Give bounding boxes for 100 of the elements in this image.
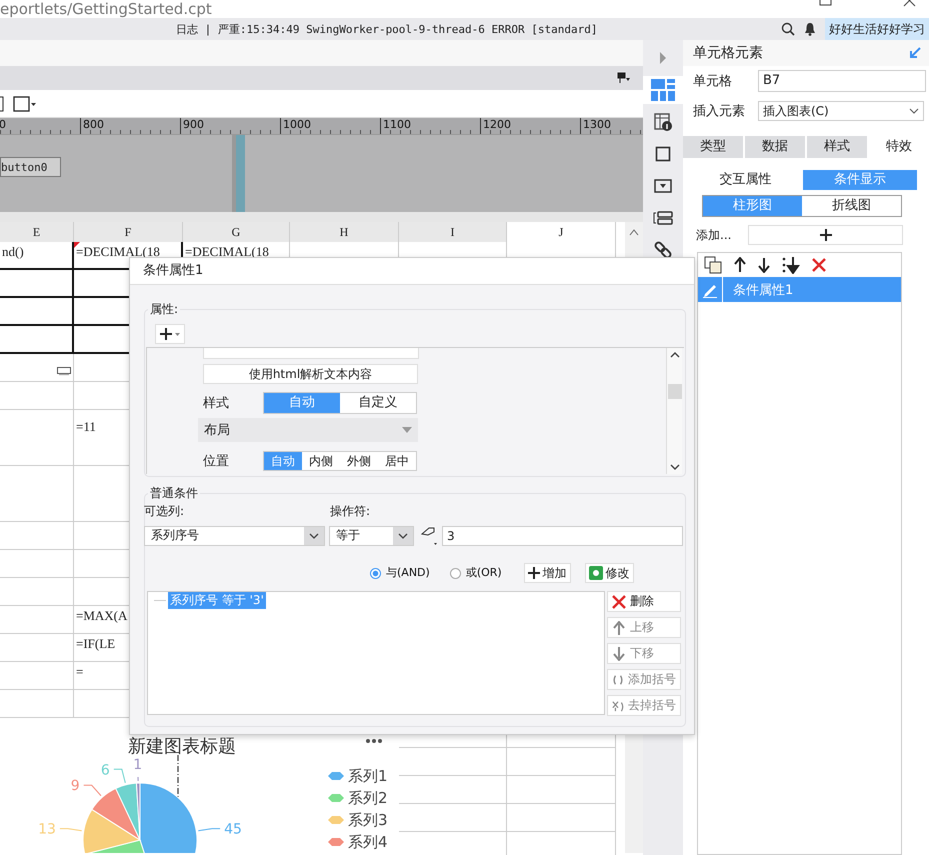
restore-icon[interactable] (819, 0, 833, 8)
segment-option[interactable]: 外侧 (340, 452, 378, 470)
html-parse-button[interactable]: 使用html解析文本内容 (203, 364, 418, 384)
widget-button[interactable]: button0 (0, 157, 61, 177)
tab[interactable]: 折线图 (802, 196, 901, 216)
legend-label[interactable]: 系列4 (348, 833, 388, 851)
legend-label[interactable]: 系列1 (348, 767, 388, 785)
operator-dropdown[interactable]: 等于 (329, 526, 414, 546)
modify-button[interactable]: 修改 (584, 563, 634, 583)
column-header[interactable]: G (183, 222, 290, 242)
move-to-bottom-icon[interactable] (782, 256, 800, 274)
search-icon[interactable] (781, 22, 795, 36)
arrow-up-icon[interactable] (734, 257, 746, 273)
field-label: 样式 (203, 395, 230, 412)
gear-icon (588, 566, 603, 580)
arrow-up-icon (612, 620, 626, 634)
leader-line (138, 776, 139, 782)
chevron-down-icon (398, 532, 408, 538)
user-name[interactable]: 好好生活好好学习 (825, 18, 929, 40)
chart-title: 新建图表标题 (128, 736, 236, 757)
leader-line (59, 828, 82, 832)
link-icon[interactable] (654, 241, 672, 259)
field-label: 操作符: (330, 503, 370, 520)
box-icon[interactable] (0, 94, 4, 112)
cell-input[interactable]: B7 (758, 70, 926, 92)
field-label: 位置 (203, 453, 230, 470)
column-header[interactable]: H (290, 222, 399, 242)
leader-line (113, 768, 126, 784)
scroll-thumb[interactable] (668, 384, 682, 398)
panel-title: 单元格元素 (693, 44, 763, 62)
radio-label[interactable]: 与(AND) (384, 566, 430, 580)
segment-option[interactable]: 自定义 (340, 393, 416, 413)
close-icon[interactable] (903, 0, 917, 8)
ruler-label: 1300 (582, 118, 611, 132)
layout-section-header[interactable]: 布局 (198, 418, 418, 442)
ruler-label: 0 (0, 118, 6, 132)
legend-label[interactable]: 系列3 (348, 811, 388, 829)
comment-icon (57, 367, 71, 375)
more-icon[interactable] (366, 739, 382, 743)
dropdown-box-icon[interactable] (654, 179, 672, 193)
field-label: 可选列: (144, 503, 186, 520)
column-header[interactable]: E (0, 222, 74, 242)
tab[interactable]: 数据 (745, 136, 805, 158)
chevron-down-icon[interactable] (909, 108, 919, 114)
square-icon[interactable] (655, 146, 671, 162)
plus-icon (820, 229, 832, 241)
ruler-label: 900 (182, 118, 204, 132)
format-icon[interactable] (617, 72, 631, 84)
value-input[interactable]: 3 (442, 526, 683, 546)
insert-dropdown[interactable]: 插入图表(C) (758, 101, 924, 121)
data-label: 13 (38, 822, 56, 838)
field-label: 插入元素 (693, 103, 746, 120)
grid-icon[interactable] (651, 79, 675, 101)
ruler-label: 1100 (382, 118, 411, 132)
arrow-down-icon[interactable] (758, 257, 770, 273)
segment-option[interactable]: 内侧 (302, 452, 340, 470)
tab[interactable]: 样式 (807, 136, 867, 158)
leader-line (198, 828, 221, 832)
legend-marker-icon (328, 772, 344, 780)
arrow-down-icon (612, 646, 626, 660)
table-cell: nd() (0, 242, 74, 270)
table-info-icon[interactable] (654, 113, 672, 131)
plus-caret-icon (159, 327, 181, 341)
add-button[interactable]: 增加 (524, 563, 571, 583)
radio-button[interactable] (450, 568, 461, 578)
tab[interactable]: 类型 (683, 136, 743, 158)
legend-label[interactable]: 系列2 (348, 789, 388, 807)
caret-down-icon (402, 427, 412, 433)
column-dropdown[interactable]: 系列序号 (144, 526, 325, 546)
copy-icon[interactable] (704, 256, 722, 274)
list-icon[interactable] (653, 211, 673, 225)
column-header[interactable]: J (507, 222, 616, 242)
arrow-icon[interactable] (909, 47, 921, 59)
bell-icon[interactable] (804, 22, 816, 36)
plus-icon (528, 567, 540, 579)
scrollbar[interactable] (666, 348, 682, 474)
ruler-label: 1200 (482, 118, 511, 132)
group-title: 普通条件 (148, 485, 200, 502)
scroll-down-icon[interactable] (670, 464, 680, 470)
legend-marker-icon (328, 794, 344, 802)
scroll-up-icon[interactable] (628, 228, 640, 236)
ruler-label: 1000 (282, 118, 311, 132)
chevron-down-icon (309, 532, 319, 538)
delete-icon (612, 594, 626, 608)
text-field[interactable] (203, 348, 419, 359)
add-label: 添加... (696, 226, 732, 244)
delete-button[interactable]: 删除 (607, 591, 681, 612)
legend-marker-icon (328, 816, 344, 824)
window-title: eportlets/GettingStarted.cpt (0, 0, 212, 18)
data-label: 1 (133, 757, 142, 774)
scroll-up-icon[interactable] (670, 352, 680, 358)
add-dropdown-button[interactable] (155, 324, 185, 344)
segment-option[interactable]: 居中 (378, 452, 416, 470)
data-label: 9 (70, 778, 80, 794)
radio-label[interactable]: 或(OR) (464, 566, 502, 580)
border-icon[interactable] (13, 94, 37, 112)
data-label: 6 (100, 762, 110, 778)
delete-icon[interactable] (812, 258, 826, 272)
radio-button[interactable] (370, 568, 381, 578)
value-type-icon[interactable] (418, 526, 438, 546)
